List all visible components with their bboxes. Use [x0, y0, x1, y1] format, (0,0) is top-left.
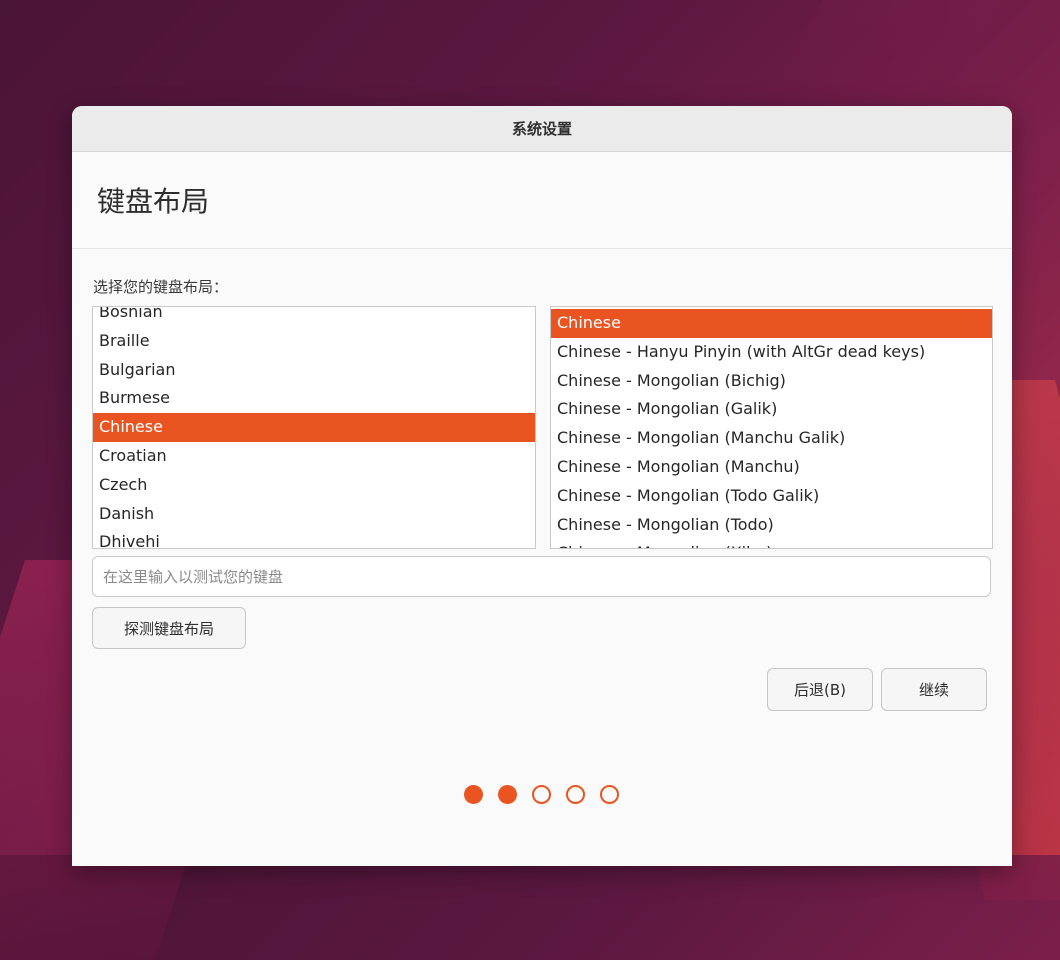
back-button-label: 后退(B)	[794, 681, 846, 699]
continue-button-label: 继续	[918, 681, 949, 699]
variant-list-item[interactable]: Chinese - Mongolian (Bichig)	[551, 367, 992, 396]
window-titlebar[interactable]: 系统设置	[72, 106, 1012, 152]
layout-list-item[interactable]: Danish	[93, 500, 535, 529]
layout-list-item[interactable]: Chinese	[93, 413, 535, 442]
wallpaper-shape	[753, 0, 1027, 120]
variant-list-items: Chinese Chinese - Hanyu Pinyin (with AltG…	[551, 309, 992, 548]
progress-dot	[566, 785, 585, 804]
layout-list-item[interactable]: Braille	[93, 327, 535, 356]
variant-list-item[interactable]: Chinese - Mongolian (Todo)	[551, 511, 992, 540]
page-header: 键盘布局	[72, 152, 1012, 249]
layout-list-items: Bosnian Braille Bulgarian Burmese Chinese Cro…	[93, 307, 535, 548]
variant-list-item[interactable]: Chinese - Mongolian (Xibe)	[551, 539, 992, 548]
progress-dot	[464, 785, 483, 804]
layout-list-item[interactable]: Croatian	[93, 442, 535, 471]
variant-list-item[interactable]: Chinese - Mongolian (Todo Galik)	[551, 482, 992, 511]
layout-list[interactable]: Bosnian Braille Bulgarian Burmese Chinese Cro…	[92, 306, 536, 549]
layout-list-item[interactable]: Burmese	[93, 384, 535, 413]
layout-prompt-label: 选择您的键盘布局：	[93, 278, 229, 296]
progress-dot	[600, 785, 619, 804]
back-button[interactable]: 后退(B)	[767, 668, 873, 711]
variant-list-item[interactable]: Chinese - Mongolian (Manchu Galik)	[551, 424, 992, 453]
progress-dots	[464, 785, 619, 804]
layout-list-item[interactable]: Bulgarian	[93, 356, 535, 385]
variant-list-item[interactable]: Chinese - Mongolian (Galik)	[551, 395, 992, 424]
variant-list-item[interactable]: Chinese	[551, 309, 992, 338]
keyboard-test-input[interactable]	[92, 556, 991, 597]
layout-list-item[interactable]: Bosnian	[93, 307, 535, 327]
layout-list-item[interactable]: Czech	[93, 471, 535, 500]
layout-list-item[interactable]: Dhivehi	[93, 528, 535, 548]
variant-list[interactable]: Chinese Chinese - Hanyu Pinyin (with AltG…	[550, 306, 993, 549]
detect-layout-label: 探测键盘布局	[123, 619, 214, 638]
window-title: 系统设置	[511, 120, 572, 138]
detect-layout-button[interactable]: 探测键盘布局	[92, 607, 246, 649]
progress-dot	[532, 785, 551, 804]
variant-list-item[interactable]: Chinese - Hanyu Pinyin (with AltGr dead …	[551, 338, 992, 367]
page-title: 键盘布局	[97, 185, 210, 218]
installer-window: 系统设置 键盘布局 选择您的键盘布局： Bosnian Braille Bulgar…	[72, 106, 1012, 866]
variant-list-item[interactable]: Chinese - Mongolian (Manchu)	[551, 453, 992, 482]
continue-button[interactable]: 继续	[881, 668, 987, 711]
progress-dot	[498, 785, 517, 804]
